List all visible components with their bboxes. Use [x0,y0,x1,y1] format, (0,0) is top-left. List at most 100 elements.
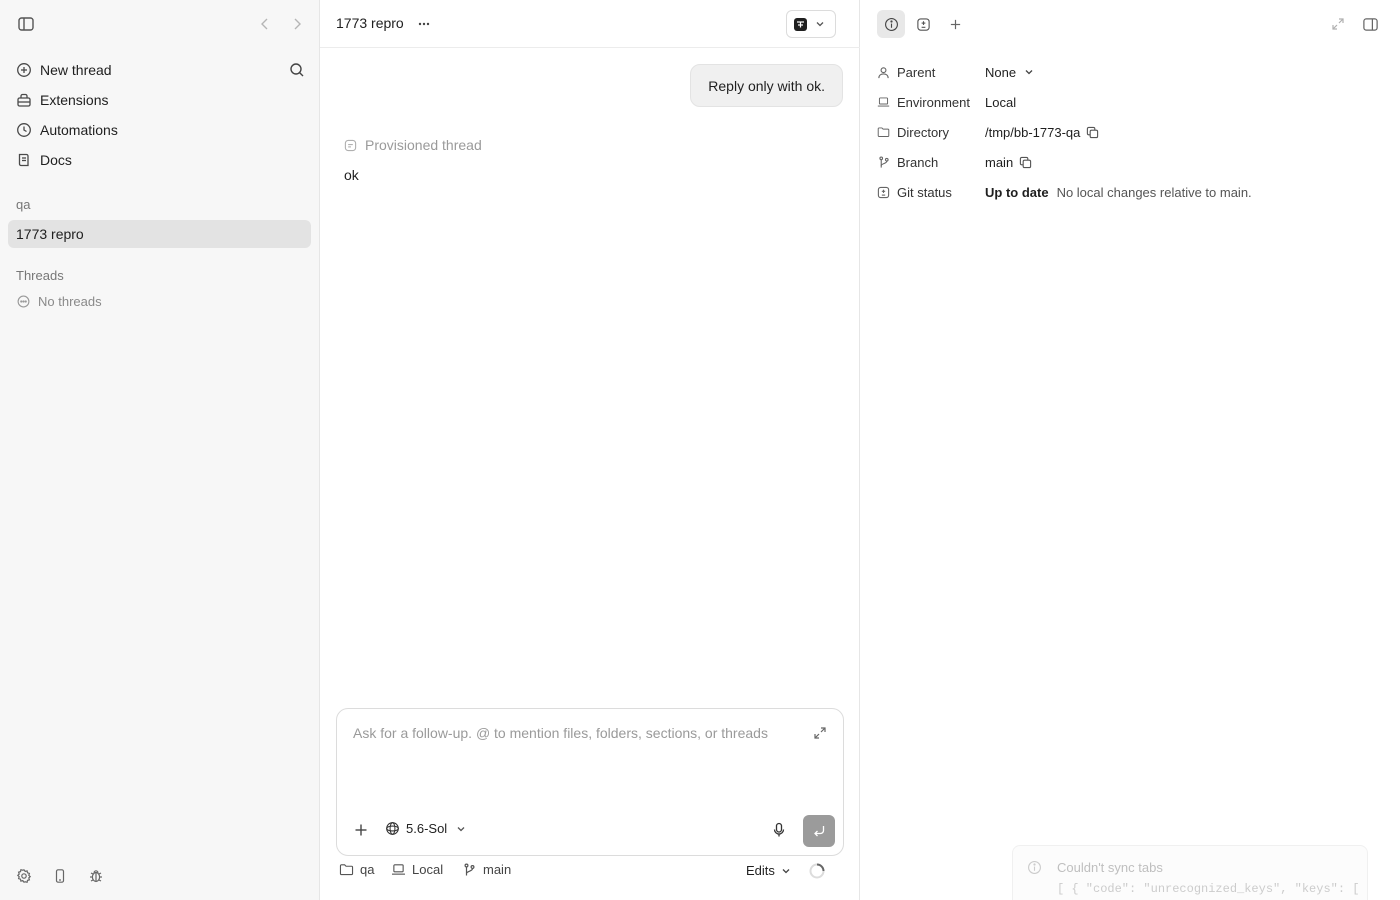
no-threads-placeholder: No threads [16,294,102,309]
property-label: Parent [897,64,936,80]
folder-label: qa [360,862,375,877]
property-key: Git status [877,185,985,200]
chat-bubble-icon [344,139,357,152]
property-key: Environment [877,95,985,110]
collapse-icon[interactable] [1329,14,1347,34]
sidebar-item-active-thread[interactable]: 1773 repro [8,220,311,248]
property-value: /tmp/bb-1773-qa [985,124,1081,140]
property-row-environment: Environment Local [877,92,1384,112]
git-branch-icon [877,156,890,169]
property-value: main [985,154,1014,170]
parent-dropdown[interactable]: None [985,65,1035,80]
settings-gear-icon[interactable] [14,866,34,886]
thread-title[interactable]: 1773 repro [336,15,404,31]
details-panel: Parent None Environment Local Directory [861,0,1400,900]
property-label: Branch [897,154,939,170]
folder-icon [877,126,890,139]
composer: 5.6-Sol [336,708,844,856]
plus-icon [947,16,963,32]
tab-diff[interactable] [909,10,937,38]
provisioned-thread-label: Provisioned thread [365,137,482,153]
git-status-description: No local changes relative to main. [1056,184,1252,200]
bug-icon[interactable] [86,866,106,886]
git-branch-icon [462,862,477,877]
edits-label: Edits [746,863,775,878]
error-toast[interactable]: Couldn't sync tabs [ { "code": "unrecogn… [1012,845,1368,900]
plus-circle-icon [16,62,32,78]
toast-body: [ { "code": "unrecognized_keys", "keys":… [1057,882,1360,896]
sidebar-footer [14,866,106,886]
sidebar-item-label: Docs [40,152,72,168]
property-label: Git status [897,184,952,200]
sidebar-item-label: New thread [40,62,112,78]
property-label: Environment [897,94,970,110]
extensions-icon [16,92,32,108]
docs-icon [16,152,32,168]
main-panel: 1773 repro Reply only with ok. Provision… [320,0,860,900]
phone-device-icon[interactable] [50,866,70,886]
branch-chip[interactable]: main [462,862,511,877]
chat-dots-icon [16,295,30,309]
add-attachment-icon[interactable] [353,822,369,838]
diff-icon [915,16,931,32]
sidebar-toggle-icon[interactable] [16,14,36,34]
sidebar-item-automations[interactable]: Automations [8,116,311,144]
project-label[interactable]: qa [16,197,30,212]
sidebar-item-new-thread[interactable]: New thread [8,56,311,84]
expand-icon[interactable] [813,726,827,740]
provisioned-thread-status: Provisioned thread [344,137,482,153]
composer-footer: qa Local main Edits [336,862,844,882]
more-options-icon[interactable] [414,14,434,34]
copy-icon[interactable] [1019,156,1032,169]
property-value: None [985,64,1017,80]
laptop-icon [877,96,890,109]
property-key: Branch [877,155,985,170]
threads-section-label[interactable]: Threads [16,268,64,283]
sidebar-item-docs[interactable]: Docs [8,146,311,174]
property-value-wrap: Up to date No local changes relative to … [985,185,1252,200]
property-row-parent: Parent None [877,62,1384,82]
property-label: Directory [897,124,950,140]
search-icon[interactable] [288,61,306,79]
git-status-value: Up to date [985,184,1049,200]
environment-chip[interactable]: Local [391,862,443,877]
property-key: Parent [877,65,985,80]
model-logo-icon [385,821,400,836]
model-selector[interactable]: 5.6-Sol [385,821,468,836]
assistant-reply: ok [344,167,359,183]
sidebar-item-label: Automations [40,122,118,138]
sidebar: New thread Extensions Automations Docs q… [0,0,320,900]
user-message: Reply only with ok. [690,64,843,107]
forward-arrow-icon[interactable] [288,14,306,34]
follow-up-input[interactable] [353,725,793,741]
edits-dropdown[interactable]: Edits [746,863,791,878]
tab-info[interactable] [877,10,905,38]
property-row-directory: Directory /tmp/bb-1773-qa [877,122,1384,142]
sidebar-header [0,0,320,48]
folder-chip[interactable]: qa [339,862,374,877]
property-value: Local [985,94,1017,110]
git-status-icon [877,186,890,199]
add-tab-button[interactable] [941,10,969,38]
back-arrow-icon[interactable] [256,14,274,34]
sidebar-item-extensions[interactable]: Extensions [8,86,311,114]
model-name: 5.6-Sol [406,821,448,836]
property-row-branch: Branch main [877,152,1384,172]
property-value-wrap: Local [985,95,1016,110]
property-value-wrap: main [985,155,1032,170]
copy-icon[interactable] [1086,126,1099,139]
toggle-right-panel-icon[interactable] [1361,14,1379,34]
property-value-wrap: /tmp/bb-1773-qa [985,125,1099,140]
chevron-down-icon [815,19,825,29]
chevron-down-icon [781,866,791,876]
send-button[interactable] [803,815,835,847]
person-icon [877,66,890,79]
branch-label: main [483,862,512,877]
thread-header: 1773 repro [320,0,860,48]
open-in-app-dropdown[interactable] [786,10,836,38]
send-return-icon [812,824,826,838]
microphone-icon[interactable] [771,822,787,838]
property-row-git-status: Git status Up to date No local changes r… [877,182,1384,202]
property-key: Directory [877,125,985,140]
sidebar-item-label: Extensions [40,92,109,108]
